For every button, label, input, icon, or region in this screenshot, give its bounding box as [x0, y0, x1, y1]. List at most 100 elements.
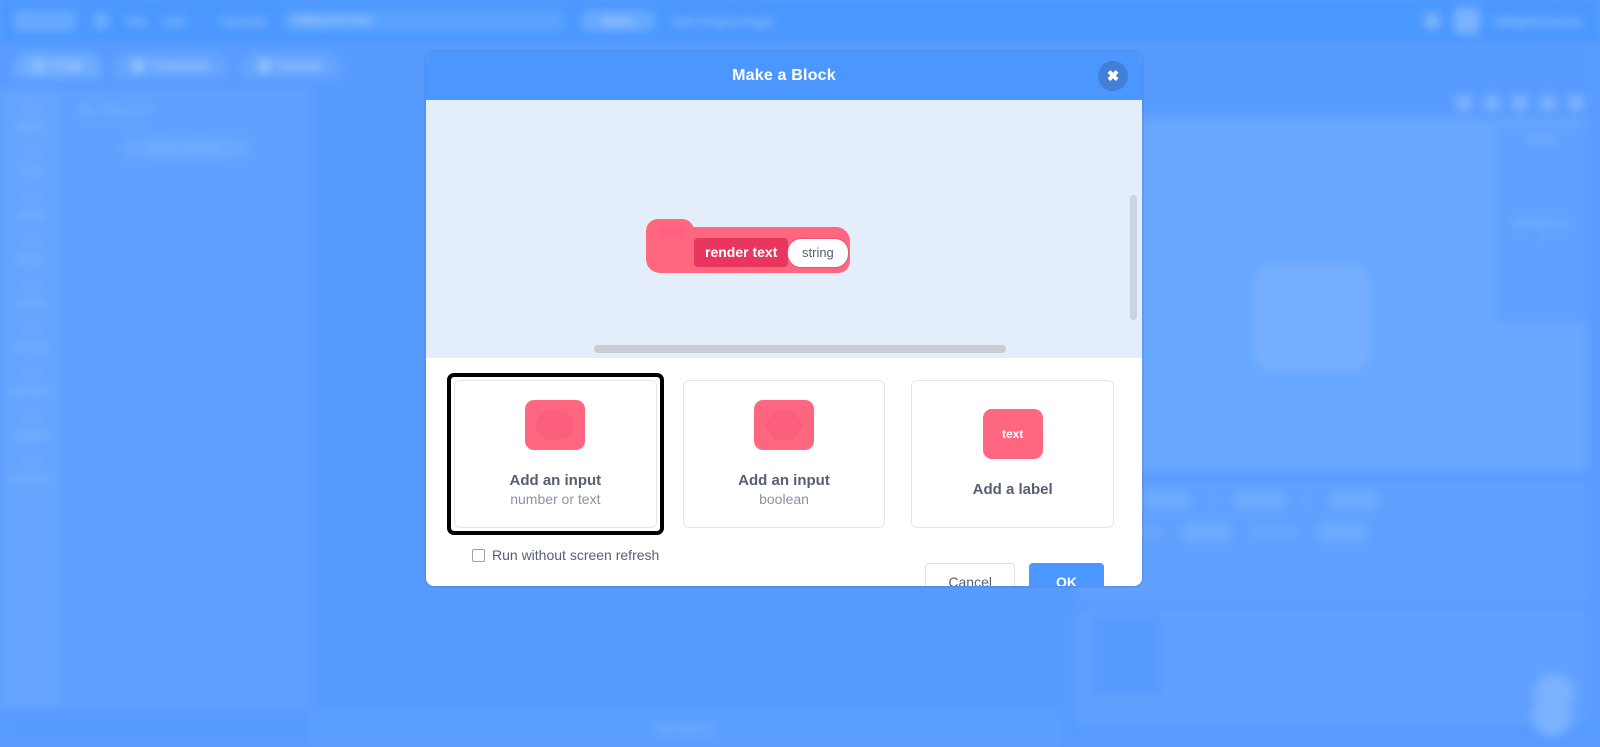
see-project-page-button[interactable]: See Project Page: [672, 14, 773, 29]
tab-code-label: Code: [52, 58, 84, 73]
category-label: Looks: [18, 166, 44, 176]
category-dot-icon: [20, 186, 42, 208]
category-motion[interactable]: Motion: [0, 98, 62, 132]
modal-title: Make a Block: [732, 67, 836, 84]
cat-sprite[interactable]: [1252, 263, 1372, 373]
backdrops-label: Backdrops: [1513, 216, 1571, 230]
block-option-list: Add an input number or text Add an input…: [426, 358, 1142, 535]
category-label: Operators: [10, 386, 52, 396]
avatar[interactable]: [1453, 8, 1480, 34]
run-without-refresh-checkbox[interactable]: [472, 548, 485, 562]
brush-icon: [131, 58, 146, 73]
category-label: Events: [17, 254, 45, 264]
category-label: Sensing: [14, 342, 48, 352]
stop-icon[interactable]: [1484, 95, 1500, 111]
block-input-string[interactable]: string: [787, 238, 849, 268]
category-sensing[interactable]: Sensing: [0, 318, 62, 352]
modal-header: Make a Block ✖: [426, 52, 1142, 100]
option-title: Add a label: [972, 481, 1053, 499]
stage-selector-label: Stage: [1526, 132, 1558, 146]
modal-footer: Cancel OK: [426, 563, 1142, 586]
make-a-block-modal: Make a Block ✖ render text string Add an…: [426, 52, 1142, 586]
custom-block-preview[interactable]: render text string: [642, 215, 852, 283]
category-dot-icon: [20, 406, 42, 428]
menu-item-tutorials[interactable]: Tutorials: [218, 14, 267, 29]
green-flag-icon[interactable]: [1456, 95, 1472, 111]
category-operators[interactable]: Operators: [0, 362, 62, 396]
sprite-pane: [1077, 609, 1588, 724]
username-label[interactable]: WillightCassidy: [1494, 14, 1582, 29]
backpack-bar[interactable]: Backpack: [310, 711, 1060, 747]
block-label-text[interactable]: render text: [694, 238, 789, 267]
category-label: Motion: [17, 122, 45, 132]
backdrops-count: 1: [1538, 230, 1546, 244]
option-add-input-boolean[interactable]: Add an input boolean: [682, 380, 886, 528]
x-input[interactable]: [1234, 491, 1287, 509]
palette-header: My Blocks: [78, 102, 153, 119]
category-dot-icon: [20, 362, 42, 384]
stage-selector[interactable]: Stage Backdrops 1: [1496, 126, 1588, 322]
cancel-button[interactable]: Cancel: [925, 563, 1015, 586]
share-button[interactable]: Share: [579, 10, 656, 32]
category-dot-icon: [20, 142, 42, 164]
large-stage-icon[interactable]: [1540, 95, 1556, 111]
category-dot-icon: [20, 98, 42, 120]
size-input[interactable]: [1180, 523, 1233, 541]
option-add-input-number-wrapper: Add an input number or text: [447, 373, 664, 535]
category-label: Variables: [12, 430, 50, 440]
run-without-refresh-label: Run without screen refresh: [492, 547, 660, 563]
block-preview-workspace[interactable]: render text string: [426, 100, 1142, 358]
category-label: Control: [16, 298, 46, 308]
option-title: Add an input: [738, 471, 830, 489]
y-label: y: [1304, 493, 1311, 507]
scratch-logo-icon: [14, 10, 76, 32]
category-label: Sound: [17, 210, 45, 220]
sound-icon: [257, 58, 272, 73]
add-backdrop-button[interactable]: [1532, 696, 1572, 736]
menu-item-edit[interactable]: Edit: [163, 14, 185, 29]
option-subtitle: boolean: [759, 491, 809, 508]
sprite-thumbnail[interactable]: [1091, 617, 1163, 695]
category-sound[interactable]: Sound: [0, 186, 62, 220]
workspace-horizontal-scrollbar[interactable]: [594, 345, 1006, 353]
close-icon[interactable]: ✖: [1098, 61, 1128, 91]
folder-icon[interactable]: [1423, 13, 1440, 29]
tab-costumes[interactable]: Costumes: [113, 52, 228, 79]
globe-icon: [92, 12, 110, 30]
make-a-block-button[interactable]: Make a Block: [121, 137, 251, 159]
category-dot-icon: [20, 274, 42, 296]
sprite-info-panel: Sprite x y Show Size Direction: [1077, 481, 1588, 601]
category-variables[interactable]: Variables: [0, 406, 62, 440]
boolean-input-icon: [753, 399, 815, 456]
category-looks[interactable]: Looks: [0, 142, 62, 176]
stage-area: Sprite x y Show Size Direction: [1065, 88, 1600, 747]
sprite-name-input[interactable]: [1140, 491, 1193, 509]
stage-controls: [1065, 88, 1600, 118]
run-without-refresh-row[interactable]: Run without screen refresh: [426, 532, 1142, 563]
option-add-label[interactable]: text Add a label: [911, 380, 1115, 528]
category-dot-icon: [20, 318, 42, 340]
option-add-label-wrapper: text Add a label: [907, 376, 1118, 532]
category-my-blocks[interactable]: My Blocks: [0, 450, 62, 484]
category-palette: Motion Looks Sound Events Control Sensin…: [0, 88, 62, 708]
menu-divider: [201, 11, 203, 31]
option-add-input-number[interactable]: Add an input number or text: [454, 380, 657, 528]
tab-sounds[interactable]: Sounds: [239, 52, 340, 79]
option-subtitle: number or text: [510, 491, 601, 508]
category-events[interactable]: Events: [0, 230, 62, 264]
menu-bar: File Edit Tutorials Editing the text Sha…: [0, 0, 1600, 42]
workspace-vertical-scrollbar[interactable]: [1130, 195, 1137, 320]
direction-input[interactable]: [1315, 523, 1368, 541]
category-label: My Blocks: [10, 474, 52, 484]
fullscreen-icon[interactable]: [1568, 95, 1584, 111]
size-label: Size: [1139, 525, 1163, 539]
project-title-input[interactable]: Editing the text: [283, 10, 564, 32]
tab-sounds-label: Sounds: [277, 58, 322, 73]
menu-item-file[interactable]: File: [126, 14, 147, 29]
small-stage-icon[interactable]: [1512, 95, 1528, 111]
y-input[interactable]: [1328, 491, 1381, 509]
tab-code[interactable]: Code: [14, 52, 102, 79]
ok-button[interactable]: OK: [1029, 563, 1104, 586]
text-label-icon-text: text: [1002, 427, 1024, 442]
category-control[interactable]: Control: [0, 274, 62, 308]
